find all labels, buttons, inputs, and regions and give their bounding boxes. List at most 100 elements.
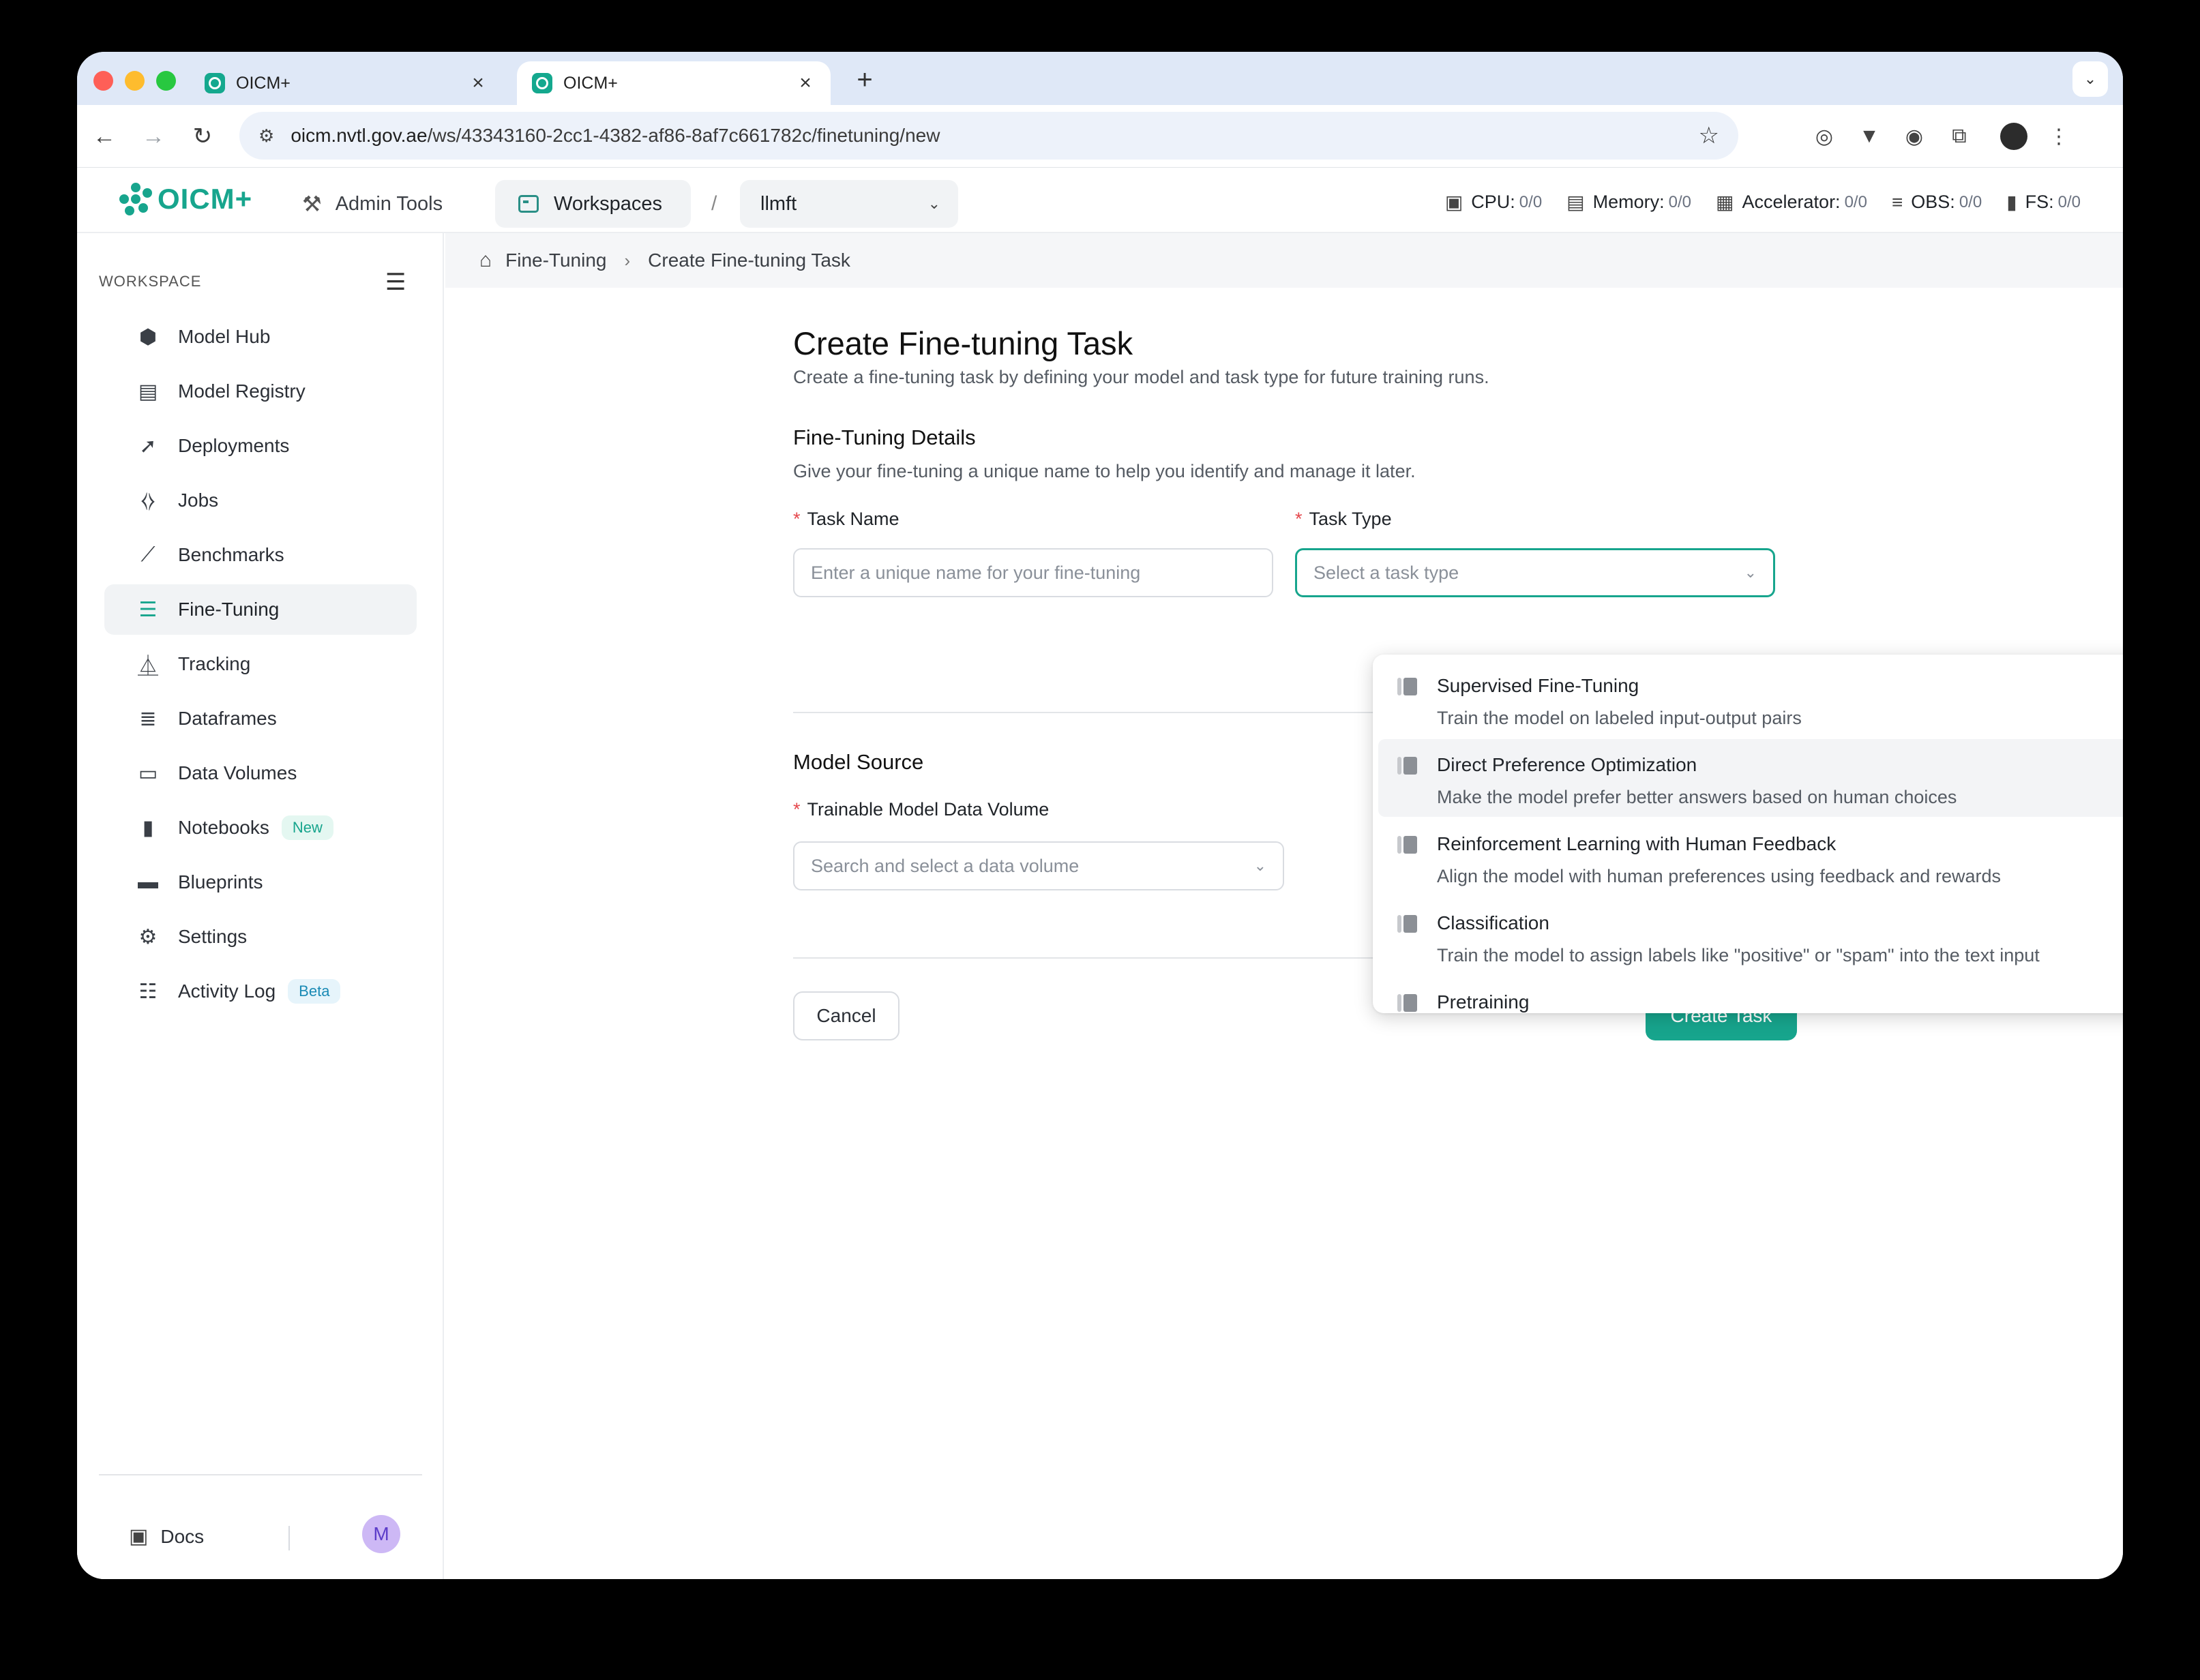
chevron-down-icon: ⌄ — [927, 195, 940, 212]
option-rlhf[interactable]: Reinforcement Learning with Human Feedba… — [1378, 818, 2123, 896]
list-icon: ☷ — [138, 980, 158, 1003]
database-icon: ≣ — [139, 707, 157, 730]
logo-text: OICM+ — [158, 183, 253, 215]
sidebar-item-label: Data Volumes — [178, 762, 297, 783]
option-title: Supervised Fine-Tuning — [1437, 675, 1639, 696]
page-title: Create Fine-tuning Task — [793, 325, 1133, 361]
profile-avatar-icon[interactable] — [1997, 120, 2030, 153]
forward-button[interactable]: → — [136, 119, 171, 154]
option-title: Classification — [1437, 912, 1549, 933]
extension-vue-icon[interactable]: ▼ — [1853, 120, 1886, 153]
option-direct-preference-optimization[interactable]: Direct Preference Optimization Make the … — [1378, 739, 2123, 817]
back-button[interactable]: ← — [87, 119, 122, 154]
home-icon[interactable]: ⌂ — [479, 249, 492, 272]
address-bar[interactable]: ⚙ oicm.nvtl.gov.ae/ws/43343160-2cc1-4382… — [239, 112, 1738, 160]
task-type-icon — [1397, 915, 1419, 933]
browser-tab-1[interactable]: OICM+ × — [190, 61, 503, 105]
bookmark-star-icon[interactable]: ☆ — [1699, 122, 1719, 149]
required-mark: * — [793, 799, 801, 820]
sidebar-item-label: Benchmarks — [178, 544, 284, 565]
resource-value: 0/0 — [1519, 192, 1543, 211]
sidebar-item-benchmarks[interactable]: ⟋ Benchmarks — [104, 530, 417, 580]
option-description: Train the model to assign labels like "p… — [1437, 945, 2040, 965]
oicm-logo[interactable]: OICM+ — [119, 183, 252, 215]
workspaces-button[interactable]: Workspaces — [495, 180, 691, 228]
browser-menu-icon[interactable]: ⋮ — [2042, 120, 2075, 153]
extensions-puzzle-icon[interactable]: ⧉ — [1943, 120, 1976, 153]
gear-icon: ⚙ — [138, 925, 158, 948]
cpu-icon: ▣ — [1444, 192, 1463, 213]
cube-icon: ⬢ — [138, 325, 158, 348]
project-selector[interactable]: llmft ⌄ — [740, 180, 958, 228]
browser-tab-2[interactable]: OICM+ × — [517, 61, 831, 105]
sidebar-item-activity-log[interactable]: ☷ Activity Log Beta — [104, 966, 417, 1017]
task-type-dropdown: Supervised Fine-Tuning Train the model o… — [1373, 655, 2123, 1013]
option-description: Make the model prefer better answers bas… — [1437, 787, 1957, 807]
task-type-label-text: Task Type — [1309, 509, 1392, 529]
option-supervised-fine-tuning[interactable]: Supervised Fine-Tuning Train the model o… — [1378, 660, 2123, 738]
sidebar-item-model-registry[interactable]: ▤ Model Registry — [104, 366, 417, 417]
user-avatar[interactable]: M — [362, 1515, 400, 1553]
close-icon[interactable]: × — [795, 72, 816, 95]
resource-cpu: ▣ CPU: 0/0 — [1445, 191, 1542, 213]
sidebar-item-label: Model Hub — [178, 326, 271, 347]
resource-accelerator: ▦ Accelerator: 0/0 — [1716, 191, 1867, 213]
site-settings-icon[interactable]: ⚙ — [258, 125, 274, 147]
cancel-button[interactable]: Cancel — [793, 991, 900, 1040]
option-pretraining[interactable]: Pretraining — [1378, 976, 2123, 1013]
chevron-right-icon: › — [624, 250, 631, 271]
browser-toolbar: ← → ↻ ⚙ oicm.nvtl.gov.ae/ws/43343160-2cc… — [77, 105, 2123, 168]
sidebar-item-blueprints[interactable]: ▬ Blueprints — [104, 857, 417, 907]
volume-label: * Trainable Model Data Volume — [793, 799, 1049, 820]
task-type-placeholder: Select a task type — [1313, 562, 1459, 583]
sidebar-item-label: Settings — [178, 926, 248, 947]
sidebar-section-label: WORKSPACE — [99, 273, 202, 290]
sidebar-bottom-separator — [288, 1526, 290, 1550]
resource-label: Accelerator: — [1742, 192, 1841, 212]
close-icon[interactable]: × — [468, 72, 488, 95]
sidebar-item-data-volumes[interactable]: ▭ Data Volumes — [104, 748, 417, 798]
model-source-title: Model Source — [793, 750, 924, 774]
collapse-menu-icon[interactable]: ☰ — [385, 269, 406, 296]
option-title: Pretraining — [1437, 991, 1530, 1012]
sidebar-item-notebooks[interactable]: ▮ Notebooks New — [104, 802, 417, 853]
resource-label: CPU: — [1471, 192, 1515, 212]
reload-button[interactable]: ↻ — [185, 119, 220, 154]
url-text[interactable]: oicm.nvtl.gov.ae/ws/43343160-2cc1-4382-a… — [291, 125, 1698, 147]
sidebar-item-tracking[interactable]: ⏅ Tracking — [104, 639, 417, 689]
sidebar-item-fine-tuning[interactable]: ☰ Fine-Tuning — [104, 584, 417, 635]
task-name-input[interactable]: Enter a unique name for your fine-tuning — [793, 548, 1273, 597]
data-volume-select[interactable]: Search and select a data volume ⌄ — [793, 841, 1284, 890]
sidebar-item-settings[interactable]: ⚙ Settings — [104, 912, 417, 962]
task-type-select[interactable]: Select a task type ⌄ — [1295, 548, 1775, 597]
sidebar-item-jobs[interactable]: ⧼⧽ Jobs — [104, 475, 417, 526]
sidebar-item-deployments[interactable]: ➚ Deployments — [104, 421, 417, 471]
option-classification[interactable]: Classification Train the model to assign… — [1378, 897, 2123, 975]
admin-tools-link[interactable]: ⚒ Admin Tools — [302, 180, 443, 228]
extension-code-icon[interactable]: ◎ — [1808, 120, 1841, 153]
page-subtitle: Create a fine-tuning task by defining yo… — [793, 367, 1489, 387]
tab-title: OICM+ — [563, 73, 618, 93]
oicm-favicon-icon — [532, 73, 552, 93]
obs-icon: ≡ — [1891, 191, 1903, 213]
resource-label: FS: — [2025, 192, 2054, 212]
tab-search-button[interactable]: ⌄ — [2072, 61, 2108, 97]
close-window-button[interactable] — [93, 71, 113, 91]
sidebar-nav: ⬢ Model Hub ▤ Model Registry ➚ Deploymen… — [104, 312, 417, 1021]
tab-strip: OICM+ × OICM+ × + ⌄ — [77, 52, 2123, 105]
tab-title: OICM+ — [236, 73, 291, 93]
sidebar-item-dataframes[interactable]: ≣ Dataframes — [104, 693, 417, 744]
benchmark-icon: ⟋ — [140, 543, 155, 566]
breadcrumb-parent[interactable]: Fine-Tuning — [505, 250, 606, 271]
sidebar-item-model-hub[interactable]: ⬢ Model Hub — [104, 312, 417, 362]
sidebar: WORKSPACE ☰ ⬢ Model Hub ▤ Model Registry… — [77, 233, 444, 1579]
resource-obs: ≡ OBS: 0/0 — [1892, 192, 1982, 213]
extension-password-icon[interactable]: ◉ — [1898, 120, 1931, 153]
task-type-icon — [1397, 836, 1419, 854]
task-type-icon — [1397, 757, 1419, 775]
docs-link[interactable]: ▣ Docs — [129, 1525, 204, 1548]
maximize-window-button[interactable] — [156, 71, 176, 91]
minimize-window-button[interactable] — [125, 71, 145, 91]
resource-label: OBS: — [1911, 192, 1955, 212]
new-tab-button[interactable]: + — [848, 63, 882, 97]
